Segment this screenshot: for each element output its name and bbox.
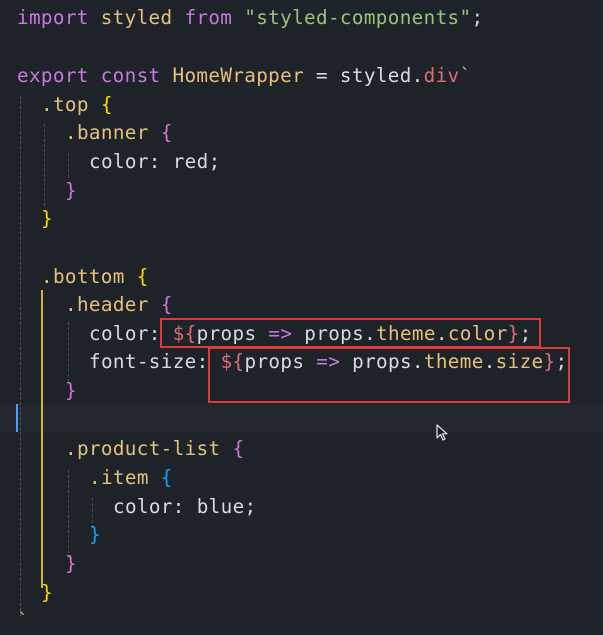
code-line-6[interactable]: color: red; — [89, 147, 221, 176]
template-tick: ` — [459, 64, 472, 87]
selector-item: .item — [89, 466, 149, 489]
semicolon: ; — [471, 6, 484, 29]
brace-open: { — [136, 265, 149, 288]
brace-open: { — [160, 121, 173, 144]
keyword-export: export — [17, 64, 89, 87]
value-blue: blue; — [196, 495, 257, 518]
module-string: "styled-components" — [244, 6, 472, 29]
brace-close: } — [41, 207, 53, 230]
component-name: HomeWrapper — [172, 64, 305, 87]
keyword-from: from — [184, 6, 233, 29]
keyword-const: const — [100, 64, 161, 87]
code-line-21[interactable]: } — [41, 578, 53, 607]
brace-close: } — [65, 552, 77, 575]
highlight-box-size — [208, 347, 570, 403]
code-line-1[interactable]: import styled from "styled-components"; — [17, 3, 483, 32]
brace-open: { — [100, 93, 113, 116]
code-line-16[interactable]: .product-list { — [65, 434, 244, 463]
indent-guide — [68, 322, 69, 382]
code-line-11[interactable]: .header { — [65, 290, 173, 319]
highlight-box-color — [160, 318, 541, 348]
property-color: color: — [89, 322, 161, 345]
code-line-17[interactable]: .item { — [89, 463, 173, 492]
value-red: red; — [172, 150, 221, 173]
text-caret — [16, 404, 18, 432]
code-line-5[interactable]: .banner { — [65, 118, 173, 147]
code-line-18[interactable]: color: blue; — [113, 492, 257, 521]
code-line-22[interactable]: ` — [17, 606, 29, 635]
indent-guide — [44, 124, 45, 206]
property-font-size: font-size: — [89, 350, 209, 373]
code-line-4[interactable]: .top { — [41, 90, 113, 119]
brace-open: { — [160, 293, 173, 316]
brace-open: { — [232, 437, 245, 460]
code-editor[interactable]: import styled from "styled-components"; … — [0, 0, 603, 632]
property-color: color: — [89, 150, 161, 173]
brace-open: { — [160, 466, 173, 489]
code-line-14[interactable]: } — [65, 376, 77, 405]
indent-guide — [68, 153, 69, 177]
indent-guide — [20, 96, 21, 616]
selector-header: .header — [65, 293, 149, 316]
styled-object: styled — [339, 64, 412, 87]
property-color: color: — [113, 495, 185, 518]
code-line-10[interactable]: .bottom { — [41, 262, 149, 291]
active-indent-guide — [41, 290, 43, 588]
identifier-styled: styled — [100, 6, 173, 29]
brace-close: } — [65, 379, 77, 402]
brace-close: } — [89, 523, 101, 546]
code-line-3[interactable]: export const HomeWrapper = styled.div` — [17, 61, 471, 90]
tag-div: div — [423, 64, 460, 87]
selector-product-list: .product-list — [65, 437, 221, 460]
current-line-highlight — [0, 404, 603, 433]
code-line-19[interactable]: } — [89, 520, 101, 549]
dot: . — [411, 64, 424, 87]
selector-bottom: .bottom — [41, 265, 125, 288]
selector-top: .top — [41, 93, 89, 116]
indent-guide — [68, 470, 69, 558]
code-line-7[interactable]: } — [65, 176, 77, 205]
selector-banner: .banner — [65, 121, 149, 144]
code-line-20[interactable]: } — [65, 549, 77, 578]
brace-close: } — [41, 581, 53, 604]
brace-close: } — [65, 179, 77, 202]
code-line-8[interactable]: } — [41, 204, 53, 233]
assignment: = — [304, 64, 340, 87]
keyword-import: import — [17, 6, 89, 29]
mouse-pointer-icon — [436, 424, 448, 441]
